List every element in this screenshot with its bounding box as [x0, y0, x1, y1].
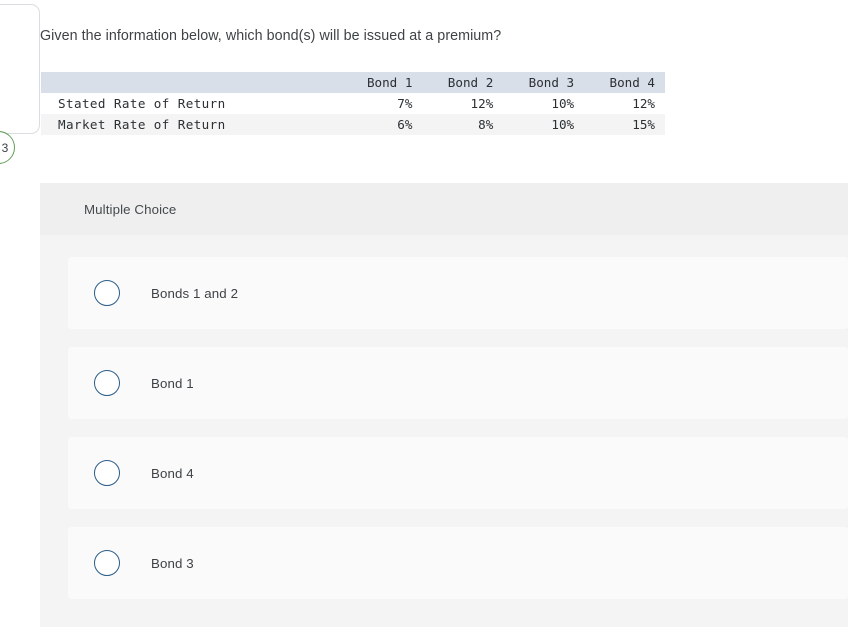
radio-button-icon[interactable] — [94, 550, 120, 576]
cell-market-bond-3: 10% — [551, 117, 575, 132]
table-row: Market Rate of Return 6% 8% 10% 15% — [41, 114, 665, 135]
question-prompt: Given the information below, which bond(… — [40, 28, 502, 44]
cell-stated-bond-4: 12% — [632, 96, 655, 111]
exhibit-data-table: Bond 1 Bond 2 Bond 3 Bond 4 Stated Rate … — [41, 72, 665, 135]
adjacent-question-card-edge — [0, 4, 40, 134]
table-head: Bond 1 Bond 2 Bond 3 Bond 4 — [41, 72, 665, 93]
cell-stated-bond-2: 12% — [470, 96, 494, 111]
radio-button-icon[interactable] — [94, 280, 120, 306]
answer-panel: Multiple Choice Bonds 1 and 2 Bond 1 Bon… — [40, 183, 848, 627]
cell-market-bond-1: 6% — [397, 117, 413, 132]
column-header-bond-4: Bond 4 — [609, 75, 656, 90]
table-header-row: Bond 1 Bond 2 Bond 3 Bond 4 — [41, 72, 665, 93]
answer-option-label: Bond 3 — [151, 555, 194, 571]
answer-options-list: Bonds 1 and 2 Bond 1 Bond 4 Bond 3 — [40, 235, 848, 599]
question-number-label: 3 — [1, 140, 9, 155]
radio-button-icon[interactable] — [94, 460, 120, 486]
answer-option-label: Bond 1 — [151, 375, 194, 391]
answer-option-label: Bond 4 — [151, 465, 194, 481]
table-body: Stated Rate of Return 7% 12% 10% 12% Mar… — [41, 93, 665, 135]
answer-option-bonds-1-and-2[interactable]: Bonds 1 and 2 — [68, 257, 848, 329]
radio-button-icon[interactable] — [94, 370, 120, 396]
answer-panel-header: Multiple Choice — [40, 183, 848, 235]
answer-option-bond-4[interactable]: Bond 4 — [68, 437, 848, 509]
answer-option-bond-1[interactable]: Bond 1 — [68, 347, 848, 419]
table-corner-header — [41, 72, 342, 93]
cell-stated-bond-1: 7% — [397, 96, 413, 111]
row-label-stated-rate: Stated Rate of Return — [58, 96, 226, 111]
row-label-market-rate: Market Rate of Return — [58, 117, 226, 132]
answer-option-label: Bonds 1 and 2 — [151, 285, 239, 301]
cell-market-bond-4: 15% — [632, 117, 655, 132]
question-screen: 3 Given the information below, which bon… — [0, 0, 848, 627]
column-header-bond-3: Bond 3 — [528, 75, 575, 90]
question-type-label: Multiple Choice — [84, 201, 177, 217]
column-header-bond-2: Bond 2 — [447, 75, 494, 90]
cell-stated-bond-3: 10% — [551, 96, 575, 111]
cell-market-bond-2: 8% — [478, 117, 494, 132]
column-header-bond-1: Bond 1 — [366, 75, 413, 90]
table-row: Stated Rate of Return 7% 12% 10% 12% — [41, 93, 665, 114]
answer-option-bond-3[interactable]: Bond 3 — [68, 527, 848, 599]
question-number-badge: 3 — [0, 131, 15, 164]
